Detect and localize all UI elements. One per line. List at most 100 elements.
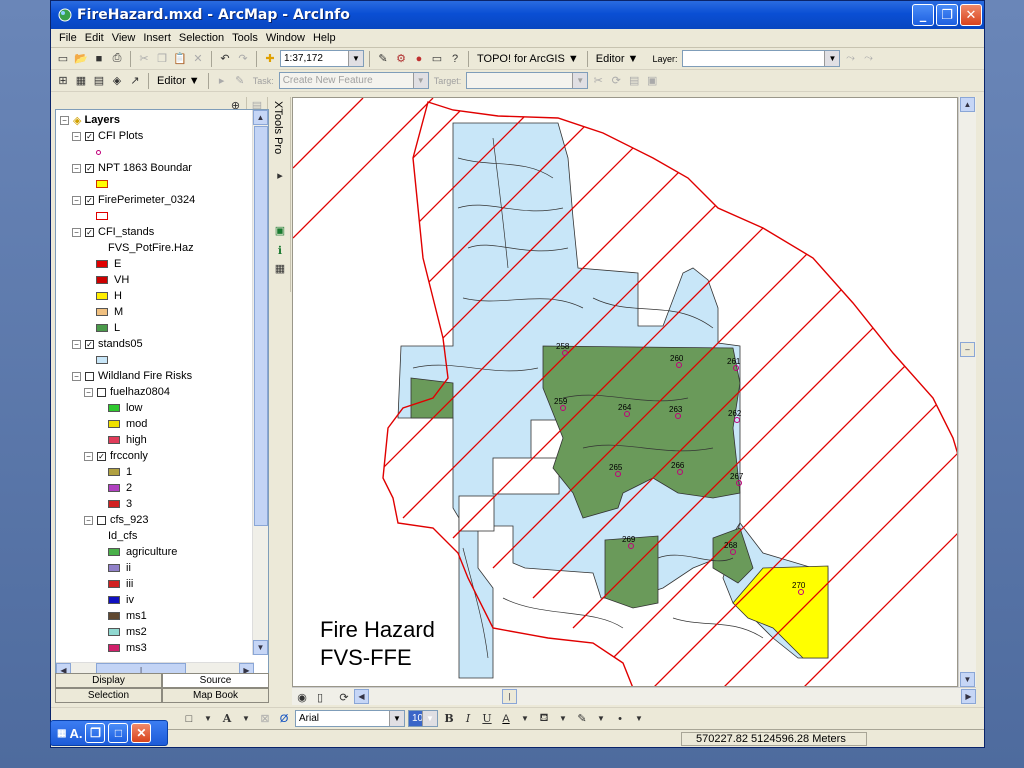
collapse-icon[interactable]: − — [72, 339, 81, 349]
toc-group[interactable]: − ◈ Layers — [56, 112, 254, 128]
shape-icon[interactable]: ⊠ — [257, 711, 273, 727]
scroll-up-icon[interactable]: ▲ — [960, 97, 975, 112]
font-color-icon[interactable]: A — [498, 711, 514, 727]
editor-menu-2[interactable]: Editor ▼ — [154, 75, 203, 87]
collapse-icon[interactable]: − — [72, 131, 81, 141]
chevron-down-icon[interactable]: ▼ — [517, 711, 533, 727]
xtools-table-icon[interactable]: ▣ — [272, 222, 288, 238]
toc-layer[interactable]: − ✓ CFI_stands — [56, 224, 254, 240]
rotate-icon[interactable]: ⤳ — [860, 51, 876, 67]
scroll-left-icon[interactable]: ◀ — [354, 689, 369, 704]
minimize-button[interactable]: _ — [912, 4, 934, 26]
restore-icon[interactable]: ❐ — [85, 723, 106, 743]
toc-vertical-scrollbar[interactable]: ▲ ▼ — [252, 110, 268, 655]
chevron-down-icon[interactable]: ▼ — [389, 711, 404, 726]
rotate-tool-icon[interactable]: ⟳ — [608, 73, 624, 89]
new-icon[interactable]: ▭ — [55, 51, 71, 67]
xtools-menu-icon[interactable]: ▸ — [272, 167, 288, 183]
menu-file[interactable]: File — [55, 32, 81, 44]
table-icon[interactable]: ▤ — [91, 73, 107, 89]
menu-view[interactable]: View — [108, 32, 140, 44]
chart-icon[interactable]: ↗ — [127, 73, 143, 89]
maximize-icon[interactable]: □ — [108, 723, 129, 743]
delete-icon[interactable]: ✕ — [190, 51, 206, 67]
whats-this-icon[interactable]: ? — [447, 51, 463, 67]
collapse-icon[interactable]: − — [84, 451, 93, 461]
menu-help[interactable]: Help — [309, 32, 340, 44]
font-size-combo[interactable]: 10 ▼ — [408, 710, 438, 727]
collapse-icon[interactable]: − — [84, 515, 93, 525]
tab-display[interactable]: Display — [55, 673, 162, 688]
layer-visibility-checkbox[interactable]: ✓ — [85, 195, 94, 205]
collapse-icon[interactable]: − — [72, 227, 81, 237]
marker-color-icon[interactable]: • — [612, 711, 628, 727]
close-icon[interactable]: ✕ — [131, 723, 152, 743]
toc-layer[interactable]: − ✓ FirePerimeter_0324 — [56, 192, 254, 208]
menu-insert[interactable]: Insert — [139, 32, 175, 44]
layer-visibility-checkbox[interactable]: ✓ — [85, 131, 94, 141]
save-icon[interactable]: ■ — [91, 51, 107, 67]
close-button[interactable]: ✕ — [960, 4, 982, 26]
add-data-icon[interactable]: ✚ — [262, 51, 278, 67]
open-icon[interactable]: 📂 — [73, 51, 89, 67]
grid-icon[interactable]: ▦ — [73, 73, 89, 89]
chevron-down-icon[interactable]: ▼ — [824, 51, 840, 66]
toc-layer[interactable]: − ✓ CFI Plots — [56, 128, 254, 144]
layer-visibility-checkbox[interactable]: ✓ — [85, 339, 94, 349]
text-tool-icon[interactable]: A — [219, 711, 235, 727]
scroll-right-icon[interactable]: ▶ — [961, 689, 976, 704]
scroll-down-icon[interactable]: ▼ — [253, 640, 268, 655]
collapse-icon[interactable]: − — [72, 163, 81, 173]
tab-source[interactable]: Source — [162, 673, 269, 688]
task-combo[interactable]: Create New Feature ▼ — [278, 72, 429, 89]
layer-visibility-checkbox[interactable]: ✓ — [97, 451, 106, 461]
line-color-icon[interactable]: ✎ — [574, 711, 590, 727]
layer-visibility-checkbox[interactable]: ✓ — [85, 163, 94, 173]
menu-window[interactable]: Window — [262, 32, 309, 44]
chevron-down-icon[interactable]: ▼ — [572, 73, 588, 88]
topo-menu[interactable]: TOPO! for ArcGIS ▼ — [474, 53, 582, 65]
sketch-properties-icon[interactable]: ▣ — [644, 73, 660, 89]
refresh-view-icon[interactable]: ⟳ — [336, 689, 352, 705]
chevron-down-icon[interactable]: ▼ — [238, 711, 254, 727]
toc-layer[interactable]: − ✓ frcconly — [56, 448, 254, 464]
map-display[interactable]: 258 260 261 259 264 263 262 265 266 267 269 268 270 … — [292, 97, 958, 687]
collapse-icon[interactable]: − — [84, 387, 93, 397]
editor-menu[interactable]: Editor ▼ — [593, 53, 642, 65]
chevron-down-icon[interactable]: ▼ — [593, 711, 609, 727]
font-icon[interactable]: Ø — [276, 711, 292, 727]
scroll-up-icon[interactable]: ▲ — [253, 110, 268, 125]
scale-combo[interactable]: 1:37,172 ▼ — [280, 50, 364, 67]
xtools-info-icon[interactable]: ℹ — [272, 242, 288, 258]
xtools-grid-icon[interactable]: ▦ — [272, 260, 288, 276]
georef-icon[interactable]: ⊞ — [55, 73, 71, 89]
underline-icon[interactable]: U — [479, 711, 495, 727]
toc-layer[interactable]: − fuelhaz0804 — [56, 384, 254, 400]
chevron-down-icon[interactable]: ▼ — [348, 51, 363, 66]
collapse-icon[interactable]: − — [72, 371, 81, 381]
minimized-window-button[interactable]: ▦ A. ❐ □ ✕ — [50, 720, 168, 746]
layer-visibility-checkbox[interactable] — [85, 371, 94, 381]
fill-color-icon[interactable]: ⛾ — [536, 711, 552, 727]
toc-layer[interactable]: − cfs_923 — [56, 512, 254, 528]
maximize-button[interactable]: ❐ — [936, 4, 958, 26]
bold-icon[interactable]: B — [441, 711, 457, 727]
layout-view-icon[interactable]: ▯ — [312, 689, 328, 705]
chevron-down-icon[interactable]: ▼ — [412, 73, 428, 88]
menu-tools[interactable]: Tools — [228, 32, 262, 44]
layer-visibility-checkbox[interactable] — [97, 387, 106, 397]
split-tool-icon[interactable]: ✂ — [590, 73, 606, 89]
layer-combo[interactable]: ▼ — [682, 50, 841, 67]
scroll-thumb[interactable] — [254, 126, 268, 526]
data-view-icon[interactable]: ◉ — [294, 689, 310, 705]
chevron-down-icon[interactable]: ▼ — [422, 711, 437, 726]
collapse-icon[interactable]: − — [72, 195, 81, 205]
scroll-thumb[interactable]: | — [502, 689, 517, 704]
copy-icon[interactable]: ❐ — [154, 51, 170, 67]
cut-icon[interactable]: ✂ — [136, 51, 152, 67]
font-combo[interactable]: Arial ▼ — [295, 710, 405, 727]
chevron-down-icon[interactable]: ▼ — [555, 711, 571, 727]
scroll-thumb[interactable]: – — [960, 342, 975, 357]
sketch-tool-icon[interactable]: ✎ — [232, 73, 248, 89]
toc-layer[interactable]: − ✓ NPT 1863 Boundar — [56, 160, 254, 176]
